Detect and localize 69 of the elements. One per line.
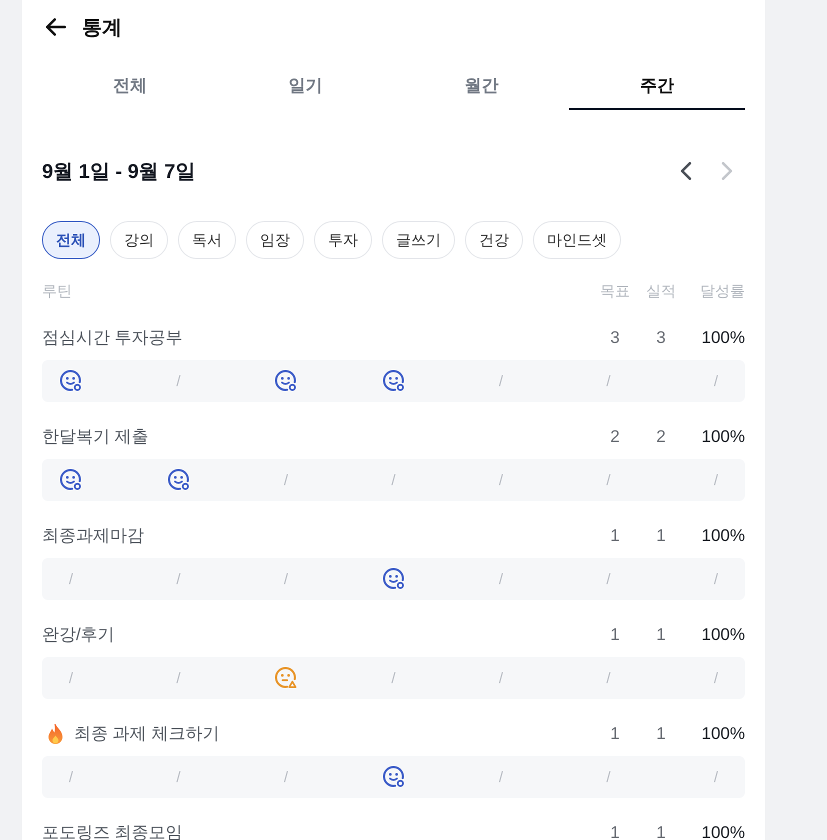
filter-chip[interactable]: 투자: [314, 221, 372, 259]
routine-name: 점심시간 투자공부: [42, 327, 183, 349]
column-header: 달성률: [699, 282, 745, 302]
empty-day-mark: /: [175, 372, 182, 390]
empty-day-mark: /: [605, 570, 612, 588]
empty-day-mark: /: [712, 570, 720, 588]
filter-chip[interactable]: 건강: [465, 221, 523, 259]
empty-day-mark: /: [175, 768, 182, 786]
empty-day-mark: /: [605, 670, 612, 686]
filter-chip[interactable]: 마인드셋: [533, 221, 621, 259]
empty-day-mark: /: [175, 570, 182, 588]
empty-day-mark: /: [68, 768, 74, 786]
filter-chip[interactable]: 독서: [178, 221, 236, 259]
empty-day-mark: /: [605, 472, 612, 488]
empty-day-mark: /: [498, 372, 504, 390]
back-arrow-icon[interactable]: [46, 17, 66, 37]
goal-count: 2: [609, 426, 621, 448]
empty-day-mark: /: [498, 768, 504, 786]
goal-count: 1: [609, 525, 621, 547]
routine-name: 최종과제마감: [42, 525, 144, 547]
filter-chip[interactable]: 글쓰기: [382, 221, 455, 259]
empty-day-mark: /: [68, 670, 74, 686]
tab[interactable]: 주간: [569, 62, 745, 110]
empty-day-mark: /: [712, 472, 720, 488]
actual-count: 1: [655, 525, 667, 547]
achievement-rate: 100%: [700, 525, 745, 547]
goal-count: 1: [609, 822, 621, 840]
goal-count: 1: [609, 723, 621, 745]
tab[interactable]: 월간: [394, 62, 570, 110]
empty-day-mark: /: [605, 372, 612, 390]
filter-chip[interactable]: 강의: [110, 221, 168, 259]
empty-day-mark: /: [390, 472, 397, 488]
achievement-rate: 100%: [700, 624, 745, 646]
date-range-title: 9월 1일 - 9월 7일: [42, 160, 196, 184]
empty-day-mark: /: [282, 768, 290, 786]
empty-day-mark: /: [712, 670, 720, 686]
achievement-rate: 100%: [700, 822, 745, 840]
routine-name: 한달복기 제출: [42, 426, 149, 448]
achievement-rate: 100%: [700, 426, 745, 448]
empty-day-mark: /: [390, 670, 397, 686]
tab[interactable]: 전체: [42, 62, 218, 110]
empty-day-mark: /: [498, 472, 504, 488]
actual-count: 2: [655, 426, 667, 448]
empty-day-mark: /: [712, 768, 720, 786]
achievement-rate: 100%: [700, 327, 745, 349]
tab[interactable]: 일기: [218, 62, 394, 110]
filter-chip[interactable]: 전체: [42, 221, 100, 259]
filter-chip[interactable]: 임장: [246, 221, 304, 259]
actual-count: 1: [655, 624, 667, 646]
goal-count: 3: [609, 327, 621, 349]
achievement-rate: 100%: [700, 723, 745, 745]
empty-day-mark: /: [282, 570, 290, 588]
actual-count: 3: [655, 327, 667, 349]
empty-day-mark: /: [68, 570, 74, 588]
empty-day-mark: /: [712, 372, 720, 390]
routine-name: 최종 과제 체크하기: [74, 723, 220, 745]
goal-count: 1: [609, 624, 621, 646]
page-title: 통계: [82, 16, 122, 40]
column-header: 실적: [645, 282, 677, 302]
empty-day-mark: /: [282, 472, 290, 488]
empty-day-mark: /: [605, 768, 612, 786]
empty-day-mark: /: [498, 670, 504, 686]
actual-count: 1: [655, 723, 667, 745]
routine-name: 완강/후기: [42, 624, 115, 646]
empty-day-mark: /: [175, 670, 182, 686]
column-header: 목표: [599, 282, 631, 302]
column-header: 루틴: [42, 282, 73, 302]
empty-day-mark: /: [498, 570, 504, 588]
actual-count: 1: [655, 822, 667, 840]
